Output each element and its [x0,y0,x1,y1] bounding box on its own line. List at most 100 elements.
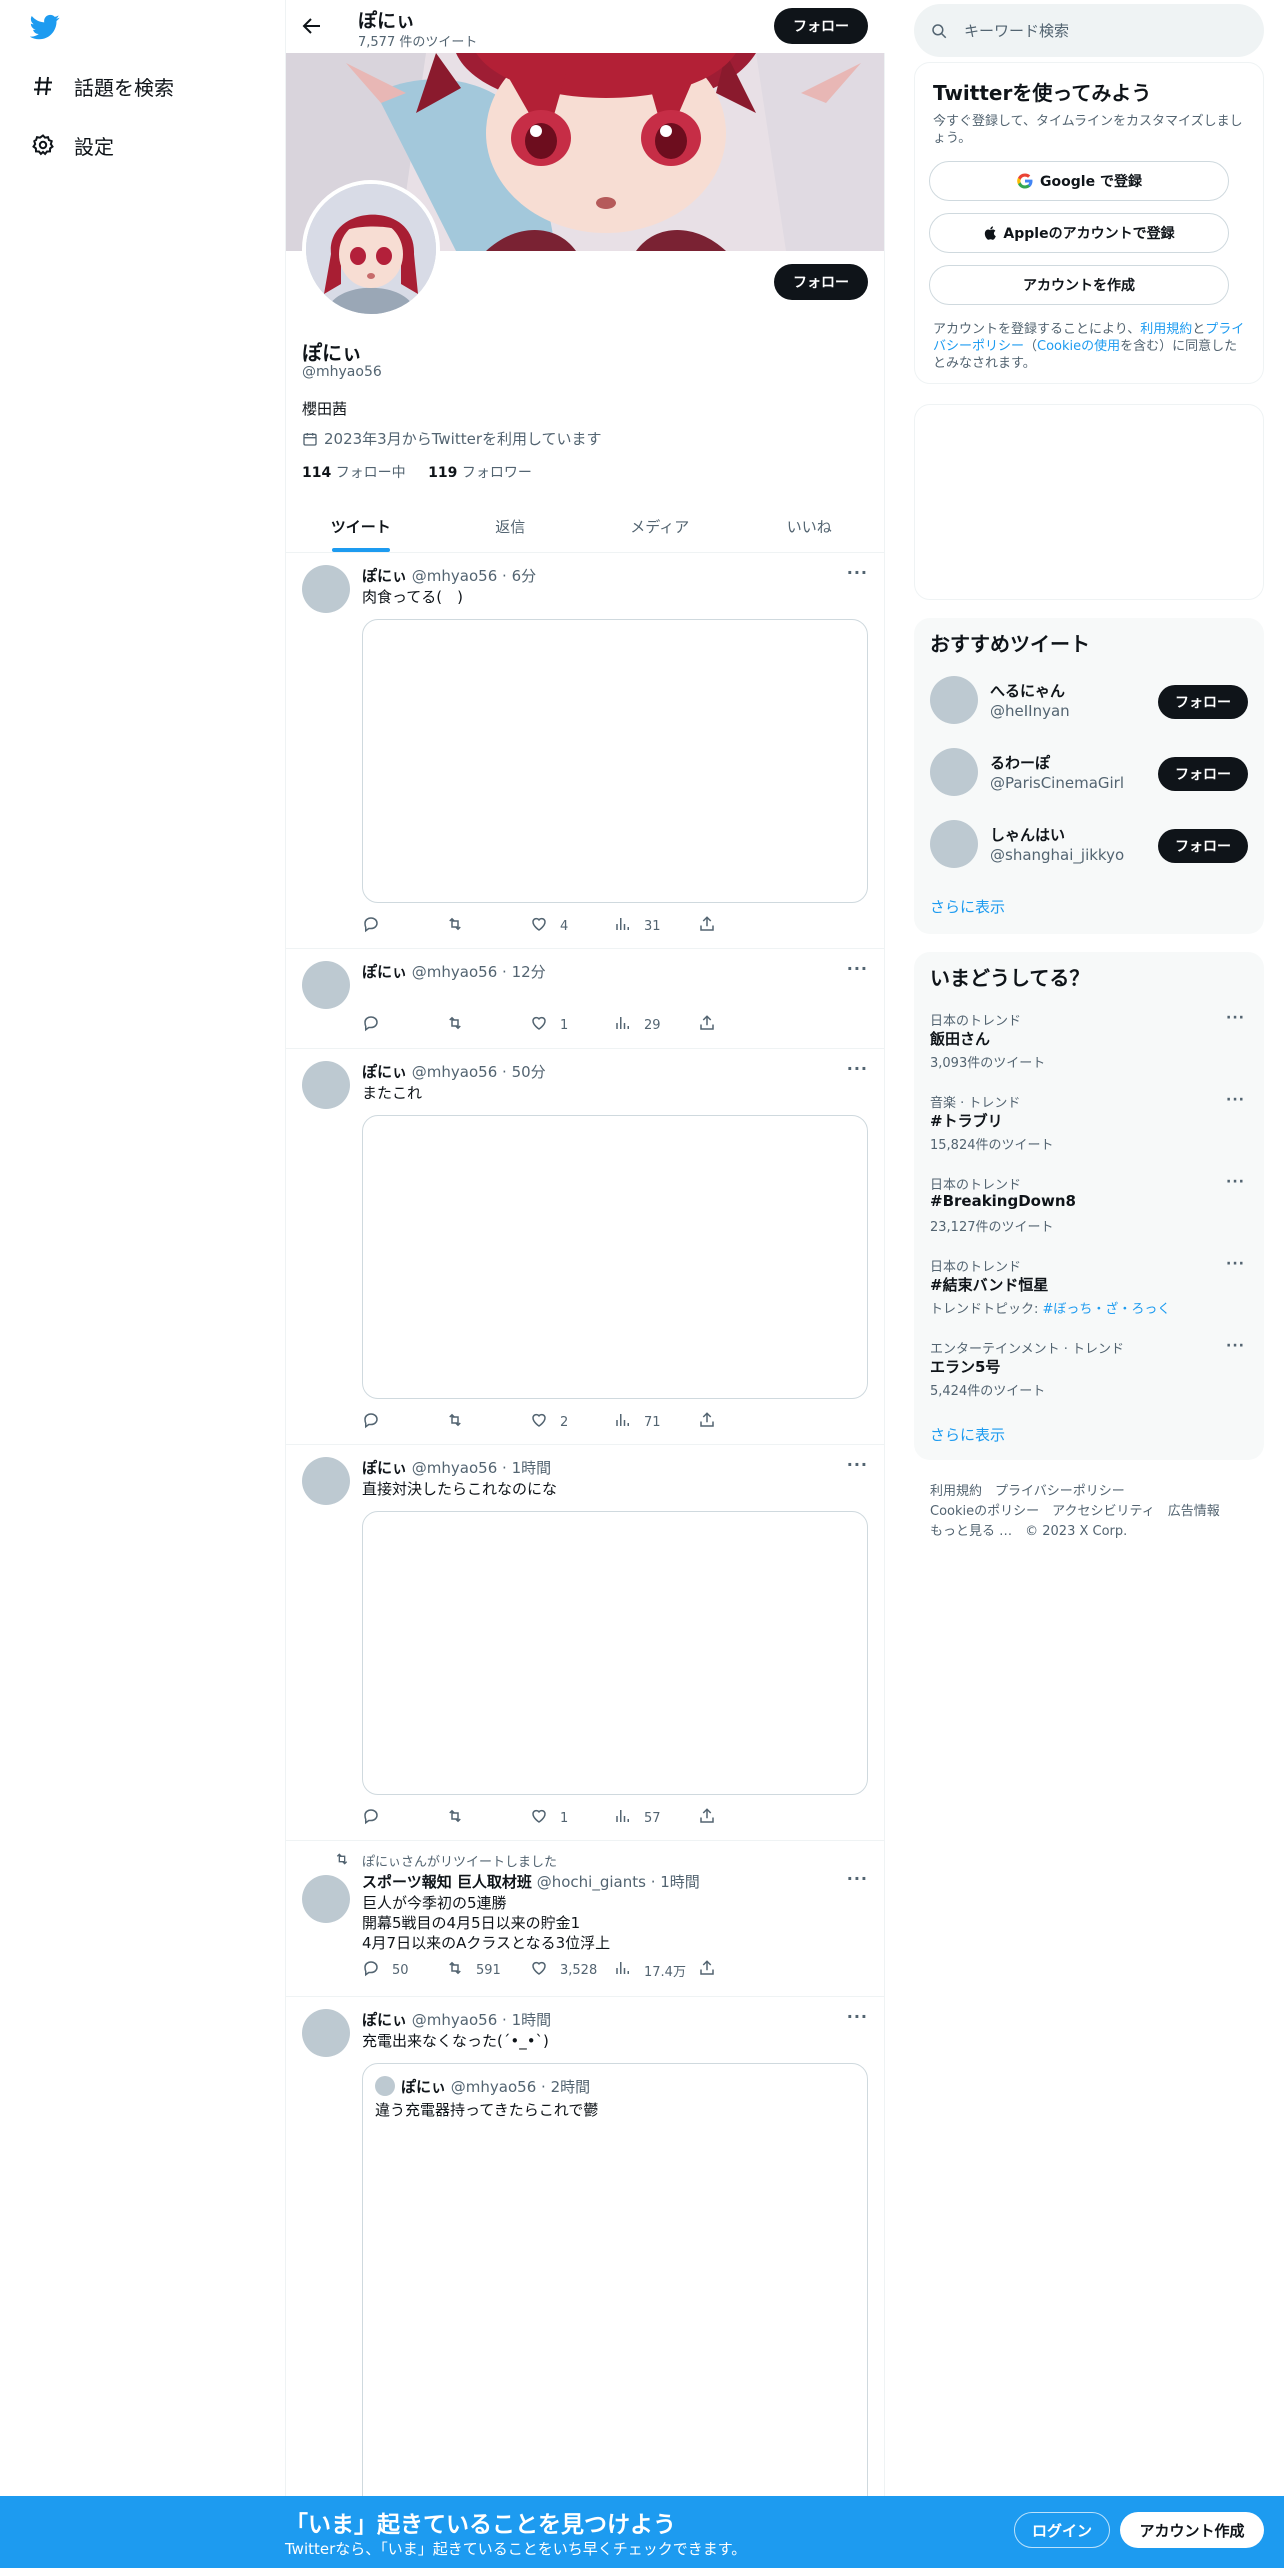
tweet-avatar[interactable] [302,961,350,1009]
reco-follow-button[interactable]: フォロー [1158,685,1248,719]
tweet-handle[interactable]: @mhyao56 [412,567,497,585]
reco-avatar[interactable] [930,820,978,868]
reco-show-more[interactable]: さらに表示 [930,896,1005,917]
search-bar[interactable]: キーワード検索 [914,4,1264,57]
tweet-media[interactable] [362,619,868,903]
tweet-time[interactable]: 1時間 [512,2011,552,2029]
tweet-avatar[interactable] [302,1457,350,1505]
reply-button[interactable] [362,1014,446,1036]
followers-link[interactable]: 119 フォロワー [428,465,532,481]
tab-tweets[interactable]: ツイート [286,500,436,552]
create-account-button[interactable]: アカウントを作成 [929,265,1229,305]
tweet-time[interactable]: 1時間 [512,1459,552,1477]
more-icon[interactable]: ··· [847,1869,868,1888]
tweet-media[interactable] [362,1115,868,1399]
terms-link[interactable]: 利用規約 [1140,322,1192,337]
tweet[interactable]: ぽにぃ @mhyao56 · 12分 ··· 1 29 [286,949,884,1049]
reco-handle[interactable]: @ParisCinemaGirl [990,774,1124,792]
reco-handle[interactable]: @heIInyan [990,702,1070,720]
footer-links-2[interactable]: Cookieのポリシー アクセシビリティ 広告情報 [930,1500,1220,1519]
trend-name[interactable]: 飯田さん [930,1028,990,1049]
tweet-handle[interactable]: @mhyao56 [412,1459,497,1477]
tweet[interactable]: ぽにぃさんがリツイートしました スポーツ報知 巨人取材班 @hochi_gian… [286,1841,884,1997]
tweet-time[interactable]: 50分 [512,1063,546,1081]
like-button[interactable]: 2 [530,1411,614,1433]
more-icon[interactable]: ··· [1226,1174,1245,1190]
reply-button[interactable] [362,1411,446,1433]
tweet[interactable]: ぽにぃ @mhyao56 · 6分 ··· 肉食ってる( ) 4 31 [286,553,884,949]
trend-name[interactable]: #BreakingDown8 [930,1192,1076,1210]
views-button[interactable]: 71 [614,1411,698,1433]
tweet-time[interactable]: 12分 [512,963,546,981]
reco-follow-button[interactable]: フォロー [1158,757,1248,791]
tweet-avatar[interactable] [302,2009,350,2057]
like-button[interactable]: 3,528 [530,1959,614,1981]
quoted-tweet[interactable]: ぽにぃ @mhyao56 · 2時間 違う充電器持ってきたらこれで鬱 [362,2063,868,2523]
like-button[interactable]: 1 [530,1014,614,1036]
share-button[interactable] [698,1959,782,1981]
tweet-author[interactable]: ぽにぃ [362,1063,407,1081]
tab-replies[interactable]: 返信 [436,500,586,552]
nav-explore[interactable]: 話題を検索 [30,66,174,106]
more-icon[interactable]: ··· [1226,1338,1245,1354]
tweet-time[interactable]: 6分 [512,567,537,585]
tab-likes[interactable]: いいね [735,500,885,552]
views-button[interactable]: 31 [614,915,698,937]
signup-button[interactable]: アカウント作成 [1120,2512,1264,2548]
tweet-avatar[interactable] [302,1875,350,1923]
more-icon[interactable]: ··· [847,959,868,978]
more-icon[interactable]: ··· [847,563,868,582]
like-button[interactable]: 4 [530,915,614,937]
views-button[interactable]: 57 [614,1807,698,1829]
reco-handle[interactable]: @shanghai_jikkyo [990,846,1124,864]
share-button[interactable] [698,915,782,937]
views-button[interactable]: 29 [614,1014,698,1036]
login-button[interactable]: ログイン [1014,2512,1110,2548]
reco-name[interactable]: るわーぽ [990,752,1050,773]
reco-name[interactable]: へるにゃん [990,680,1065,701]
tweet-time[interactable]: 1時間 [660,1873,700,1891]
profile-follow-button[interactable]: フォロー [774,264,868,300]
share-button[interactable] [698,1411,782,1433]
tweet-handle[interactable]: @mhyao56 [412,1063,497,1081]
tweet-media[interactable] [362,1511,868,1795]
views-button[interactable]: 17.4万 [614,1959,698,1981]
tweet-handle[interactable]: @mhyao56 [412,2011,497,2029]
apple-signup-button[interactable]: Appleのアカウントで登録 [929,213,1229,253]
reply-button[interactable]: 50 [362,1959,446,1981]
following-link[interactable]: 114 フォロー中 [302,465,406,481]
more-icon[interactable]: ··· [1226,1256,1245,1272]
tweet-author[interactable]: ぽにぃ [362,963,407,981]
trend-name[interactable]: #トラブリ [930,1110,1003,1131]
retweet-button[interactable] [446,1411,530,1433]
trend-name[interactable]: エラン5号 [930,1356,1000,1377]
more-icon[interactable]: ··· [847,1059,868,1078]
retweet-button[interactable] [446,915,530,937]
trends-show-more[interactable]: さらに表示 [930,1424,1005,1445]
retweet-note-text[interactable]: ぽにぃさんがリツイートしました [362,1851,557,1870]
tweet-author[interactable]: ぽにぃ [362,1459,407,1477]
share-button[interactable] [698,1014,782,1036]
reco-avatar[interactable] [930,676,978,724]
tweet[interactable]: ぽにぃ @mhyao56 · 50分 ··· またこれ 2 71 [286,1049,884,1445]
more-icon[interactable]: ··· [1226,1092,1245,1108]
cookie-link[interactable]: Cookieの使用 [1037,339,1120,354]
profile-avatar[interactable] [302,180,440,318]
more-icon[interactable]: ··· [847,1455,868,1474]
google-signup-button[interactable]: Google で登録 [929,161,1229,201]
nav-settings[interactable]: 設定 [30,125,114,165]
trend-name[interactable]: #結束バンド恒星 [930,1274,1048,1295]
footer-links-1[interactable]: 利用規約 プライバシーポリシー [930,1480,1125,1499]
tab-media[interactable]: メディア [585,500,735,552]
more-icon[interactable]: ··· [847,2007,868,2026]
retweet-button[interactable] [446,1014,530,1036]
tweet-handle[interactable]: @hochi_giants [537,1873,646,1891]
tweet[interactable]: ぽにぃ @mhyao56 · 1時間 ··· 直接対決したらこれなのにな 1 5… [286,1445,884,1841]
tweet[interactable]: ぽにぃ @mhyao56 · 1時間 ··· 充電出来なくなった(ˊ•_•ˋ) … [286,1997,884,2523]
share-button[interactable] [698,1807,782,1829]
reply-button[interactable] [362,915,446,937]
twitter-logo-icon[interactable] [29,12,64,42]
reply-button[interactable] [362,1807,446,1829]
reco-avatar[interactable] [930,748,978,796]
tweet-avatar[interactable] [302,565,350,613]
